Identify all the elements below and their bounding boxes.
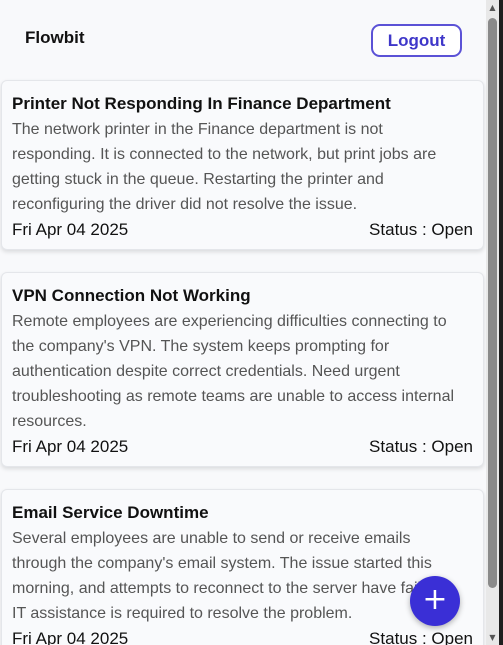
ticket-title: VPN Connection Not Working (12, 286, 251, 305)
header: Flowbit Logout (0, 0, 486, 80)
ticket-date: Fri Apr 04 2025 (12, 220, 129, 239)
add-ticket-button[interactable]: + (410, 576, 460, 626)
ticket-date: Fri Apr 04 2025 (12, 437, 129, 456)
ticket-footer: Fri Apr 04 2025 Status : Open (12, 627, 473, 645)
scroll-up-icon[interactable]: ▲ (488, 3, 497, 13)
ticket-description: Several employees are unable to send or … (12, 526, 473, 626)
ticket-description-line: troubleshooting as remote teams are unab… (12, 388, 455, 405)
status-badge: Status : Open (369, 629, 473, 645)
ticket-description-line: getting stuck in the queue. Restarting t… (12, 171, 384, 188)
ticket-card[interactable]: Email Service Downtime Several employees… (1, 489, 484, 645)
ticket-description-line: the company's VPN. The system keeps prom… (12, 338, 390, 355)
ticket-description-line: responding. It is connected to the netwo… (12, 146, 437, 163)
ticket-card[interactable]: Printer Not Responding In Finance Depart… (1, 80, 484, 250)
ticket-description-line: Remote employees are experiencing diffic… (12, 313, 447, 330)
ticket-description-line: reconfiguring the driver did not resolve… (12, 196, 358, 213)
ticket-title: Printer Not Responding In Finance Depart… (12, 94, 391, 113)
scrollbar-thumb[interactable] (488, 18, 497, 588)
ticket-footer: Fri Apr 04 2025 Status : Open (12, 218, 473, 242)
ticket-description-line: IT assistance is required to resolve the… (12, 605, 353, 622)
window-edge (499, 0, 503, 645)
logout-button[interactable]: Logout (371, 24, 462, 57)
plus-icon: + (422, 582, 448, 617)
ticket-title: Email Service Downtime (12, 503, 209, 522)
ticket-description: The network printer in the Finance depar… (12, 117, 473, 217)
ticket-description-line: through the company's email system. The … (12, 555, 432, 572)
ticket-date: Fri Apr 04 2025 (12, 629, 129, 645)
status-badge: Status : Open (369, 220, 473, 239)
app-window: Flowbit Logout Printer Not Responding In… (0, 0, 486, 645)
brand-title: Flowbit (25, 28, 85, 47)
status-badge: Status : Open (369, 437, 473, 456)
ticket-description-line: The network printer in the Finance depar… (12, 121, 383, 138)
scroll-down-icon[interactable]: ▼ (488, 633, 497, 643)
ticket-footer: Fri Apr 04 2025 Status : Open (12, 435, 473, 459)
ticket-card[interactable]: VPN Connection Not Working Remote employ… (1, 272, 484, 467)
ticket-description-line: authentication despite correct credentia… (12, 363, 400, 380)
ticket-description-line: resources. (12, 413, 87, 430)
ticket-description-line: Several employees are unable to send or … (12, 530, 411, 547)
ticket-description: Remote employees are experiencing diffic… (12, 309, 473, 434)
ticket-description-line: morning, and attempts to reconnect to th… (12, 580, 444, 597)
scrollbar[interactable]: ▲ ▼ (486, 0, 499, 645)
